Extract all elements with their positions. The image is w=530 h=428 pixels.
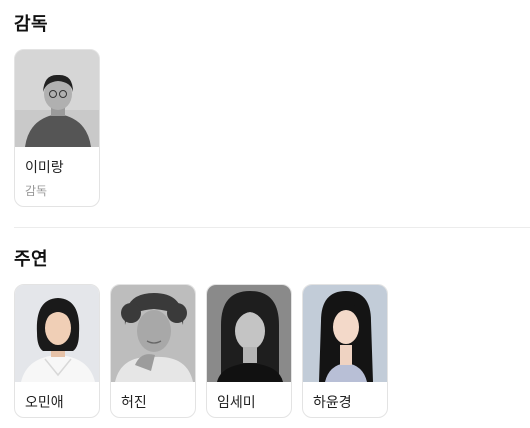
cast-name-ha-yoonkyung: 하윤경 <box>313 395 352 411</box>
cast-photo-heo-jin <box>111 285 195 382</box>
director-card-lee-mirang[interactable]: 이미랑 감독 <box>14 49 100 207</box>
section-divider <box>14 227 530 228</box>
director-photo <box>15 50 99 147</box>
cast-section-title: 주연 <box>14 249 49 270</box>
director-name: 이미랑 <box>25 160 64 176</box>
cast-card-im-semi[interactable]: 임세미 <box>206 284 292 418</box>
cast-name-oh-minae: 오민애 <box>25 395 64 411</box>
director-role: 감독 <box>25 184 48 198</box>
director-section-title: 감독 <box>14 14 49 35</box>
cast-card-heo-jin[interactable]: 허진 <box>110 284 196 418</box>
cast-card-oh-minae[interactable]: 오민애 <box>14 284 100 418</box>
cast-photo-oh-minae <box>15 285 99 382</box>
cast-name-im-semi: 임세미 <box>217 395 256 411</box>
cast-name-heo-jin: 허진 <box>121 395 147 411</box>
cast-card-ha-yoonkyung[interactable]: 하윤경 <box>302 284 388 418</box>
cast-photo-im-semi <box>207 285 291 382</box>
cast-photo-ha-yoonkyung <box>303 285 387 382</box>
